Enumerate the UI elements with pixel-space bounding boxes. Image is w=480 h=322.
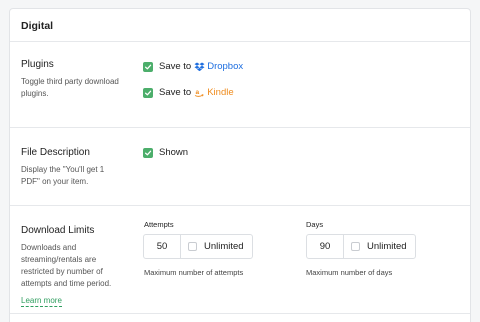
shown-label: Shown [159,147,189,158]
dropbox-icon [194,62,205,71]
download-limits-title: Download Limits [21,225,95,236]
file-description-section: File Description Display the "You'll get… [10,128,470,206]
checkbox-checked-icon[interactable] [143,61,153,72]
attempts-help: Maximum number of attempts [144,268,244,277]
unlimited-label: Unlimited [204,241,244,252]
plugins-section: Plugins Toggle third party download plug… [10,43,470,128]
download-limits-label-col: Download Limits Downloads and streaming/… [21,225,133,308]
file-description-title: File Description [21,147,90,158]
plugins-label-col: Plugins Toggle third party download plug… [21,59,133,100]
attempts-label: Attempts [144,220,174,229]
card-title: Digital [10,9,470,42]
checkbox-checked-icon[interactable] [143,147,153,158]
dropbox-label: Dropbox [207,61,244,72]
download-limits-section: Download Limits Downloads and streaming/… [10,206,470,314]
file-description-label-col: File Description Display the "You'll get… [21,147,133,188]
days-input[interactable]: 90 [307,235,344,258]
shown-option[interactable]: Shown [143,147,188,158]
learn-more-link[interactable]: Learn more [21,295,62,307]
kindle-brand: a Kindle [194,87,234,98]
checkbox-unchecked-icon[interactable] [188,242,197,251]
download-limits-description: Downloads and streaming/rentals are rest… [21,243,112,288]
attempts-field: 50 Unlimited [143,234,253,259]
days-unlimited-toggle[interactable]: Unlimited [344,235,415,258]
kindle-label: Kindle [207,87,234,98]
svg-text:a: a [196,89,200,96]
plugins-description: Toggle third party download plugins. [21,77,119,98]
attempts-input[interactable]: 50 [144,235,181,258]
days-label: Days [306,220,324,229]
checkbox-checked-icon[interactable] [143,87,153,98]
dropbox-brand: Dropbox [194,61,243,72]
save-to-kindle-option[interactable]: Save to a Kindle [143,87,234,98]
plugins-title: Plugins [21,59,54,70]
digital-settings-card: Digital Plugins Toggle third party downl… [9,8,471,322]
amazon-icon: a [195,89,204,97]
attempts-unlimited-toggle[interactable]: Unlimited [181,235,252,258]
checkbox-unchecked-icon[interactable] [351,242,360,251]
save-to-label: Save to [159,61,192,72]
save-to-dropbox-option[interactable]: Save to Dropbox [143,61,243,72]
unlimited-label: Unlimited [367,241,407,252]
save-to-label: Save to [159,87,192,98]
file-description-text: Display the "You'll get 1 PDF" on your i… [21,165,105,186]
days-help: Maximum number of days [306,268,393,277]
days-field: 90 Unlimited [306,234,416,259]
